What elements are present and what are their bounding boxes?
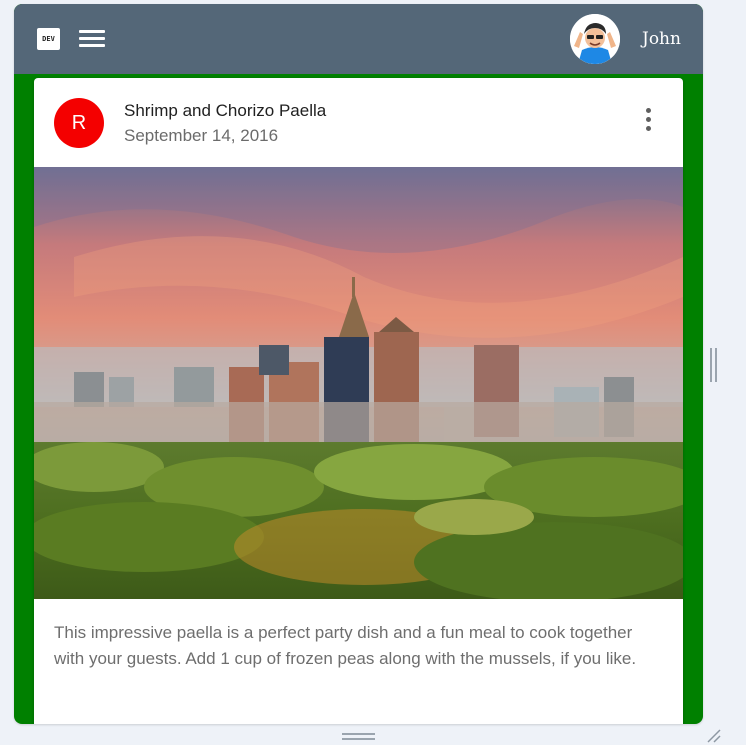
card-date: September 14, 2016	[124, 126, 279, 145]
card-body-text: This impressive paella is a perfect part…	[54, 623, 637, 668]
card-media-image	[34, 167, 683, 599]
hamburger-menu-icon[interactable]	[79, 30, 105, 48]
cartoon-avatar-icon	[570, 14, 620, 64]
city-skyline-photo	[34, 167, 683, 599]
dev-logo-text: DEV	[42, 35, 55, 43]
resize-grip-icon[interactable]	[706, 728, 722, 744]
app-frame: DEV John R Shrimp and Chorizo Paella Sep…	[14, 4, 703, 724]
user-name[interactable]: John	[642, 29, 681, 49]
user-avatar[interactable]	[570, 14, 620, 64]
dev-logo[interactable]: DEV	[37, 28, 60, 50]
vertical-grip-icon[interactable]	[710, 348, 718, 382]
horizontal-grip-icon[interactable]	[342, 733, 375, 741]
recipe-card: R Shrimp and Chorizo Paella September 14…	[34, 78, 683, 724]
card-title: Shrimp and Chorizo Paella	[124, 101, 327, 120]
card-avatar: R	[54, 98, 104, 148]
more-vertical-icon[interactable]	[638, 106, 658, 134]
app-bar: DEV John	[14, 4, 703, 74]
